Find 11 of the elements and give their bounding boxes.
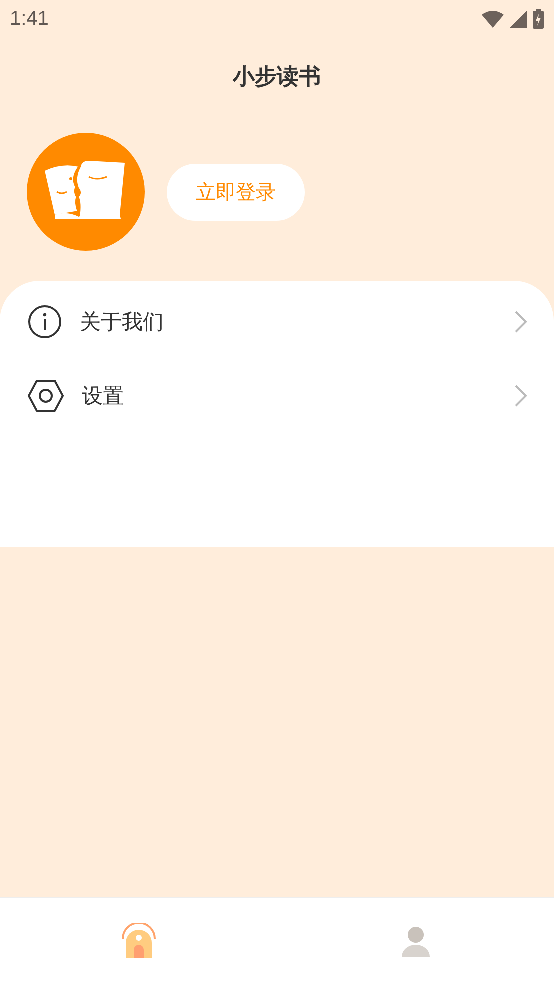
signal-icon [510, 10, 527, 28]
menu-item[interactable]: 设置 [82, 382, 497, 410]
chevron-right-icon [515, 385, 527, 407]
battery-icon [533, 9, 544, 29]
info-icon [28, 305, 62, 339]
chevron-right-icon [515, 311, 527, 333]
settings-icon [28, 380, 64, 412]
menu-item[interactable]: 关于我们 [80, 308, 497, 336]
status-time: 1:41 [10, 8, 49, 30]
app-title: 小步读书 [232, 64, 322, 92]
wifi-icon [482, 10, 504, 28]
